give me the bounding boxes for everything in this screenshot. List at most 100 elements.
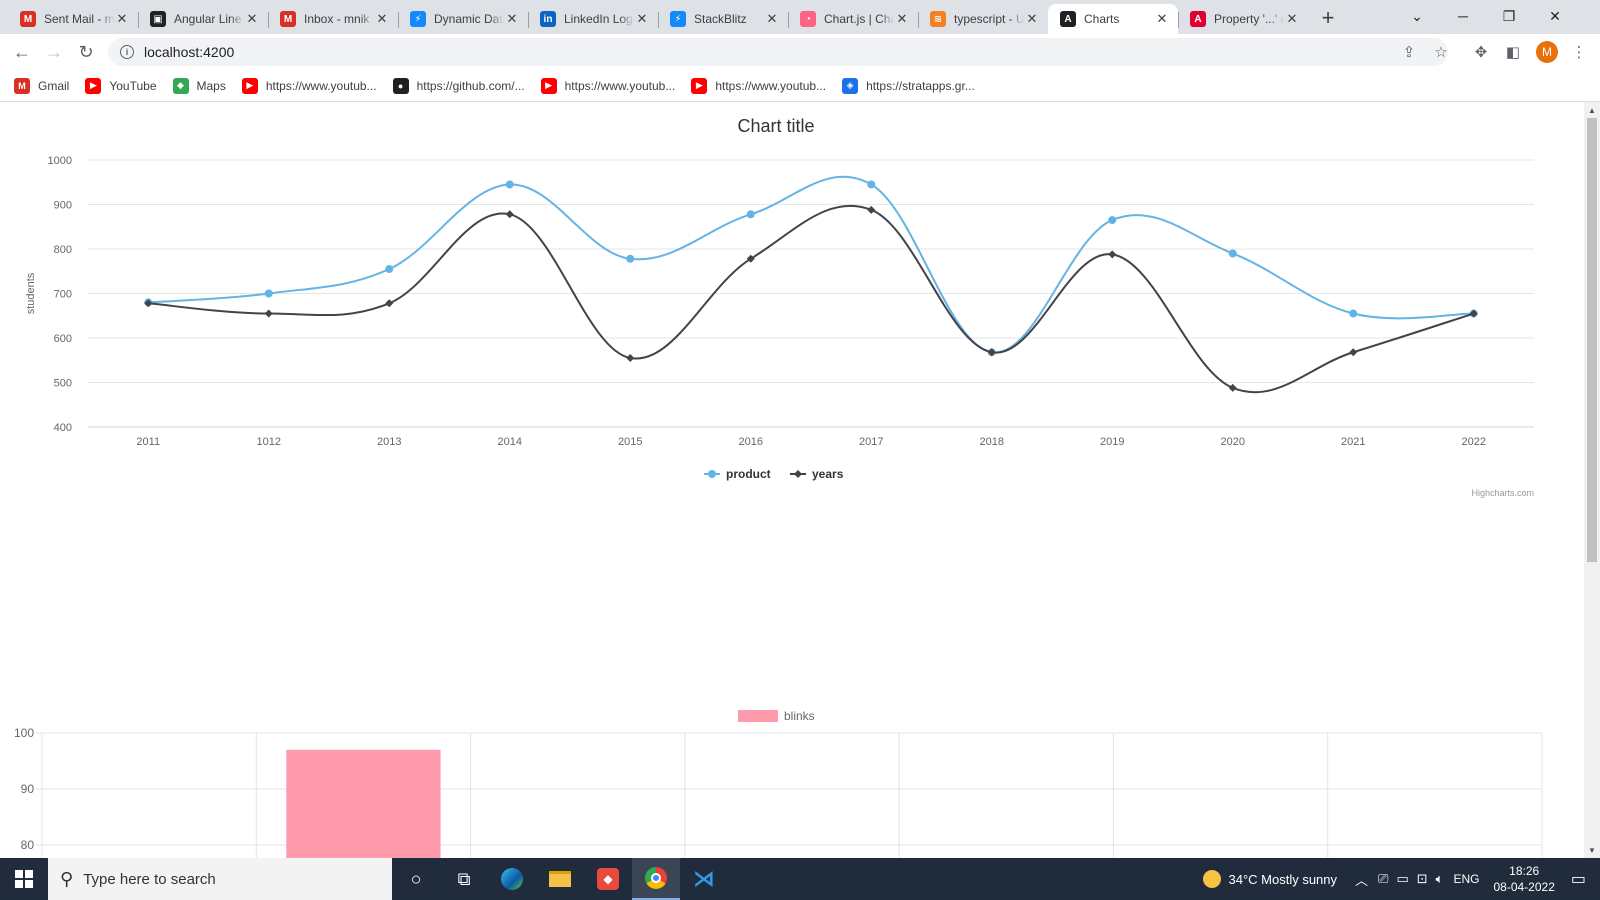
tab-close-icon[interactable]: ✕ xyxy=(374,11,390,27)
tab-label: Sent Mail - mnik xyxy=(44,12,114,26)
tab-close-icon[interactable]: ✕ xyxy=(504,11,520,27)
browser-tab[interactable]: ▣ Angular Line Chart✕ xyxy=(138,4,268,34)
task-view-icon[interactable]: ⧉ xyxy=(440,858,488,900)
volume-icon[interactable]: 🔈︎ xyxy=(1436,871,1444,887)
bar xyxy=(286,749,441,858)
highcharts-line-chart: Chart title 400 500 600 700 800 900 1000 student… xyxy=(25,116,1534,498)
browser-tab[interactable]: M Inbox - mnik ✕ xyxy=(268,4,398,34)
windows-start-icon[interactable] xyxy=(0,858,48,900)
new-tab-button[interactable]: + xyxy=(1314,4,1342,32)
tab-close-icon[interactable]: ✕ xyxy=(1154,11,1170,27)
clock[interactable]: 18:26 08-04-2022 xyxy=(1493,863,1554,895)
chrome-icon[interactable] xyxy=(632,858,680,900)
tab-close-icon[interactable]: ✕ xyxy=(1284,11,1300,27)
browser-tab[interactable]: M Sent Mail - mnik✕ xyxy=(8,4,138,34)
legend-item-years: years xyxy=(812,467,844,481)
browser-tab[interactable]: A Charts ✕ xyxy=(1048,4,1178,34)
tab-close-icon[interactable]: ✕ xyxy=(244,11,260,27)
address-bar[interactable]: i localhost:4200 xyxy=(108,38,1448,66)
bookmark-label: Gmail xyxy=(38,78,70,93)
restore-icon[interactable]: ❐ xyxy=(1486,0,1532,32)
tab-close-icon[interactable]: ✕ xyxy=(634,11,650,27)
x-tick-label: 2019 xyxy=(1100,436,1124,448)
scroll-thumb[interactable] xyxy=(1587,118,1597,562)
browser-tab[interactable]: ≋ typescript - Uncaught✕ xyxy=(918,4,1048,34)
weather-text[interactable]: 34°C Mostly sunny xyxy=(1229,872,1338,887)
legend-item-blinks: blinks xyxy=(784,709,815,723)
meet-icon[interactable]: ⎚ xyxy=(1378,871,1388,887)
chartjs-bar-chart: 80 90 100 blinks xyxy=(14,709,1543,858)
edge-icon[interactable] xyxy=(488,858,536,900)
chart-title: Chart title xyxy=(737,116,814,136)
gmail-icon: M xyxy=(280,11,296,27)
minimize-icon[interactable]: ─ xyxy=(1440,0,1486,32)
tab-close-icon[interactable]: ✕ xyxy=(764,11,780,27)
data-point xyxy=(1108,250,1117,259)
gmail-icon: M xyxy=(20,11,36,27)
browser-window: MSent Mail - mnik✕▣Angular Line Chart✕MI… xyxy=(0,0,1600,900)
angular-icon: ▣ xyxy=(150,11,166,27)
cortana-icon[interactable]: ○ xyxy=(392,858,440,900)
tab-search-icon[interactable]: ⌄ xyxy=(1394,0,1440,32)
bookmark-item[interactable]: ▶ https://www.youtub... xyxy=(241,77,377,94)
bookmark-item[interactable]: ▶ https://www.youtub... xyxy=(540,77,675,94)
data-point xyxy=(626,254,635,263)
share-icon[interactable]: ⇪ xyxy=(1398,41,1420,63)
stackoverflow-icon: ≋ xyxy=(930,11,946,27)
forward-icon[interactable]: → xyxy=(40,38,68,66)
close-window-icon[interactable]: ✕ xyxy=(1532,0,1578,32)
menu-icon[interactable]: ⋮ xyxy=(1568,41,1590,63)
tab-label: StackBlitz xyxy=(694,12,747,26)
bookmark-item[interactable]: M Gmail xyxy=(14,77,70,94)
site-info-icon[interactable]: i xyxy=(120,45,134,59)
system-tray: 34°C Mostly sunny ︿ ⎚ ▭ ⊡ 🔈︎ ENG 18:26 0… xyxy=(1202,858,1600,900)
data-point xyxy=(385,299,394,308)
language-indicator[interactable]: ENG xyxy=(1453,872,1479,886)
browser-tab[interactable]: ⚡ Dynamic Data ✕ xyxy=(398,4,528,34)
bookmark-item[interactable]: ▶ https://www.youtub... xyxy=(691,77,827,94)
stackblitz-icon: ⚡ xyxy=(670,11,686,27)
bookmark-item[interactable]: ● https://github.com/... xyxy=(392,77,525,94)
tab-close-icon[interactable]: ✕ xyxy=(114,11,130,27)
bookmark-star-icon[interactable]: ☆ xyxy=(1430,41,1452,63)
youtube-icon: ▶ xyxy=(85,77,102,94)
browser-tab[interactable]: ◔ Chart.js | Chart.js✕ xyxy=(788,4,918,34)
bookmark-item[interactable]: ◈ https://stratapps.gr... xyxy=(842,77,975,94)
github-icon: ● xyxy=(392,77,409,94)
battery-icon[interactable]: ▭ xyxy=(1396,871,1408,887)
scroll-up-icon[interactable]: ▲ xyxy=(1584,102,1600,118)
bookmark-item[interactable]: ◆ Maps xyxy=(172,77,226,94)
side-panel-icon[interactable]: ◧ xyxy=(1502,41,1524,63)
y-tick-label: 1000 xyxy=(48,155,72,167)
series-line-years xyxy=(148,204,1475,394)
bookmark-label: https://www.youtub... xyxy=(715,78,827,93)
search-icon: ⚲ xyxy=(60,868,74,889)
network-icon[interactable]: ⊡ xyxy=(1417,871,1428,887)
avatar[interactable]: M xyxy=(1536,41,1558,63)
browser-tab[interactable]: in LinkedIn Login✕ xyxy=(528,4,658,34)
tab-close-icon[interactable]: ✕ xyxy=(894,11,910,27)
back-icon[interactable]: ← xyxy=(8,38,36,66)
bookmark-item[interactable]: ▶ YouTube xyxy=(85,77,157,94)
taskbar-search-placeholder: Type here to search xyxy=(83,870,216,888)
page-scrollbar[interactable]: ▲ ▼ xyxy=(1584,102,1600,858)
show-hidden-icons[interactable]: ︿ xyxy=(1355,870,1368,889)
scroll-down-icon[interactable]: ▼ xyxy=(1584,842,1600,858)
taskbar-search-input[interactable]: ⚲ Type here to search xyxy=(48,858,392,900)
data-point xyxy=(1108,216,1117,225)
vscode-icon[interactable]: ⋊ xyxy=(680,858,728,900)
reload-icon[interactable]: ↻ xyxy=(72,38,100,66)
notifications-icon[interactable]: ▭ xyxy=(1571,869,1586,889)
legend-marker xyxy=(708,470,716,478)
bookmark-label: https://www.youtub... xyxy=(265,78,377,93)
tab-close-icon[interactable]: ✕ xyxy=(1024,11,1040,27)
browser-tab[interactable]: A Property '...' does✕ xyxy=(1178,4,1308,34)
extensions-icon[interactable]: ✥ xyxy=(1470,41,1492,63)
git-app-icon[interactable]: ◆ xyxy=(584,858,632,900)
windows-taskbar: ⚲ Type here to search ○ ⧉ ◆ ⋊ 34°C Mostl… xyxy=(0,858,1600,900)
bookmark-label: Maps xyxy=(196,78,226,93)
gmail-icon: M xyxy=(14,77,30,94)
file-explorer-icon[interactable] xyxy=(536,858,584,900)
browser-tab[interactable]: ⚡ StackBlitz ✕ xyxy=(658,4,788,34)
bookmark-label: YouTube xyxy=(109,78,157,93)
